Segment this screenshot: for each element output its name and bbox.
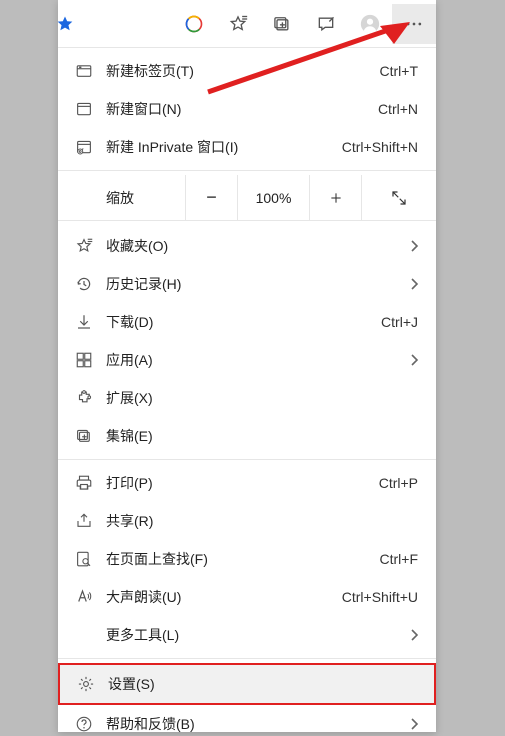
- star-icon: [56, 13, 74, 35]
- zoom-label: 缩放: [106, 188, 134, 208]
- menu-item-extensions[interactable]: 扩展(X): [58, 379, 436, 417]
- menu-item-label: 更多工具(L): [98, 625, 406, 645]
- chevron-right-icon: [406, 629, 422, 641]
- menu-item-shortcut: Ctrl+Shift+N: [342, 139, 422, 155]
- highlight-annotation: 设置(S): [58, 663, 436, 705]
- menu-item-share[interactable]: 共享(R): [58, 502, 436, 540]
- zoom-row: 缩放 − 100%: [58, 175, 436, 221]
- profile-icon: [359, 13, 381, 35]
- menu-item-label: 帮助和反馈(B): [98, 714, 406, 734]
- menu-item-new-window[interactable]: 新建窗口(N) Ctrl+N: [58, 90, 436, 128]
- screenshot-root: 新建标签页(T) Ctrl+T 新建窗口(N) Ctrl+N: [0, 0, 505, 736]
- fullscreen-icon: [390, 189, 408, 207]
- menu-item-label: 集锦(E): [98, 426, 422, 446]
- favorites-icon: [228, 14, 248, 34]
- find-icon: [75, 550, 93, 568]
- profile-button[interactable]: [348, 4, 392, 44]
- settings-menu: 新建标签页(T) Ctrl+T 新建窗口(N) Ctrl+N: [58, 48, 436, 736]
- menu-item-label: 设置(S): [100, 674, 420, 694]
- plus-icon: [328, 190, 344, 206]
- feedback-icon: [316, 14, 336, 34]
- fullscreen-button[interactable]: [362, 175, 436, 220]
- menu-item-label: 扩展(X): [98, 388, 422, 408]
- chevron-right-icon: [406, 278, 422, 290]
- menu-item-settings[interactable]: 设置(S): [60, 665, 434, 703]
- menu-item-favorites[interactable]: 收藏夹(O): [58, 227, 436, 265]
- menu-item-label: 历史记录(H): [98, 274, 406, 294]
- menu-item-new-tab[interactable]: 新建标签页(T) Ctrl+T: [58, 52, 436, 90]
- menu-item-label: 新建标签页(T): [98, 61, 380, 81]
- menu-item-more-tools[interactable]: 更多工具(L): [58, 616, 436, 654]
- extensions-icon: [75, 389, 93, 407]
- new-tab-icon: [75, 62, 93, 80]
- collections-icon: [272, 14, 292, 34]
- zoom-value-text: 100%: [256, 190, 292, 206]
- separator: [58, 459, 436, 460]
- zoom-in-button[interactable]: [310, 175, 362, 220]
- menu-item-downloads[interactable]: 下载(D) Ctrl+J: [58, 303, 436, 341]
- download-icon: [75, 313, 93, 331]
- gear-icon: [77, 675, 95, 693]
- collections-icon: [75, 427, 93, 445]
- more-icon: [404, 14, 424, 34]
- zoom-value: 100%: [238, 175, 310, 220]
- collections-button[interactable]: [260, 4, 304, 44]
- menu-item-shortcut: Ctrl+F: [380, 551, 423, 567]
- separator: [58, 658, 436, 659]
- menu-item-label: 新建窗口(N): [98, 99, 378, 119]
- address-star-fragment: [56, 13, 74, 35]
- feedback-button[interactable]: [304, 4, 348, 44]
- star-icon: [75, 237, 93, 255]
- menu-item-label: 打印(P): [98, 473, 379, 493]
- chevron-right-icon: [406, 354, 422, 366]
- read-aloud-icon: [75, 588, 93, 606]
- zoom-out-button[interactable]: −: [186, 175, 238, 220]
- help-icon: [75, 715, 93, 733]
- menu-item-find[interactable]: 在页面上查找(F) Ctrl+F: [58, 540, 436, 578]
- print-icon: [75, 474, 93, 492]
- share-icon: [75, 512, 93, 530]
- window-icon: [75, 100, 93, 118]
- menu-item-shortcut: Ctrl+J: [381, 314, 422, 330]
- menu-item-help[interactable]: 帮助和反馈(B): [58, 705, 436, 736]
- browser-toolbar: [58, 0, 436, 48]
- menu-item-new-inprivate[interactable]: 新建 InPrivate 窗口(I) Ctrl+Shift+N: [58, 128, 436, 166]
- menu-item-print[interactable]: 打印(P) Ctrl+P: [58, 464, 436, 502]
- menu-item-shortcut: Ctrl+Shift+U: [342, 589, 422, 605]
- menu-item-label: 在页面上查找(F): [98, 549, 380, 569]
- launcher-button[interactable]: [172, 4, 216, 44]
- menu-item-label: 下载(D): [98, 312, 381, 332]
- menu-item-label: 共享(R): [98, 511, 422, 531]
- history-icon: [75, 275, 93, 293]
- menu-item-shortcut: Ctrl+N: [378, 101, 422, 117]
- menu-item-shortcut: Ctrl+P: [379, 475, 422, 491]
- chevron-right-icon: [406, 240, 422, 252]
- menu-item-history[interactable]: 历史记录(H): [58, 265, 436, 303]
- separator: [58, 170, 436, 171]
- browser-window: 新建标签页(T) Ctrl+T 新建窗口(N) Ctrl+N: [58, 0, 436, 732]
- menu-item-label: 收藏夹(O): [98, 236, 406, 256]
- more-menu-button[interactable]: [392, 4, 436, 44]
- menu-item-collections[interactable]: 集锦(E): [58, 417, 436, 455]
- chevron-right-icon: [406, 718, 422, 730]
- minus-icon: −: [206, 187, 217, 208]
- menu-item-apps[interactable]: 应用(A): [58, 341, 436, 379]
- menu-item-label: 大声朗读(U): [98, 587, 342, 607]
- apps-icon: [75, 351, 93, 369]
- inprivate-icon: [75, 138, 93, 156]
- menu-item-label: 新建 InPrivate 窗口(I): [98, 137, 342, 157]
- favorites-button[interactable]: [216, 4, 260, 44]
- menu-item-label: 应用(A): [98, 350, 406, 370]
- menu-item-read-aloud[interactable]: 大声朗读(U) Ctrl+Shift+U: [58, 578, 436, 616]
- color-circle-icon: [184, 14, 204, 34]
- zoom-label-wrap: 缩放: [58, 175, 186, 220]
- menu-item-shortcut: Ctrl+T: [380, 63, 423, 79]
